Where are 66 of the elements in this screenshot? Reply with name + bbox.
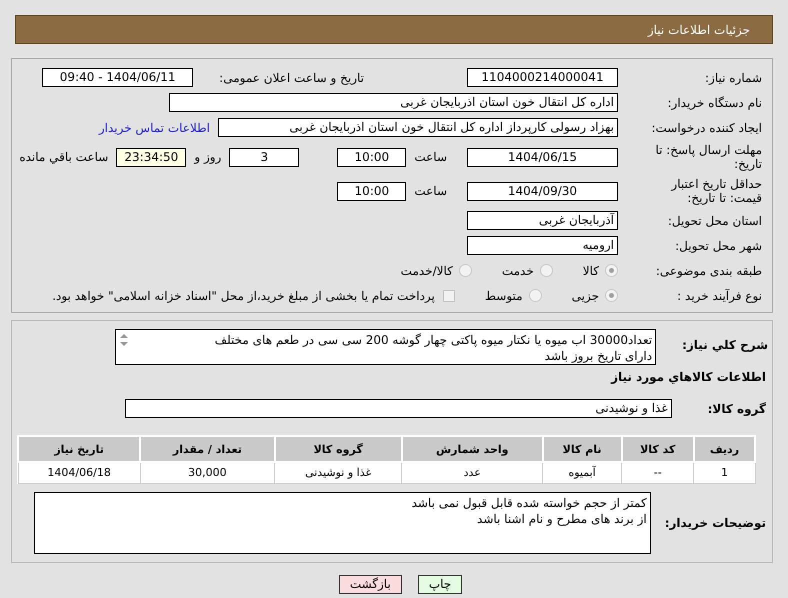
column-header: تاریخ نیاز bbox=[18, 436, 140, 462]
field-label: ایجاد کننده درخواست: bbox=[650, 120, 762, 134]
field-label: شماره نیاز: bbox=[704, 70, 762, 84]
days-field: 3 bbox=[229, 148, 300, 166]
remaining-label: ساعت باقي مانده bbox=[19, 150, 108, 164]
time-label: ساعت bbox=[414, 150, 447, 164]
deadline-date-field: 1404/06/15 bbox=[467, 148, 618, 166]
field-label: شهر محل تحویل: bbox=[674, 238, 762, 252]
back-button[interactable]: بازگشت bbox=[338, 574, 402, 594]
deadline-time-field: 10:00 bbox=[337, 148, 406, 166]
field-label: گروه کالا: bbox=[708, 402, 766, 416]
table-cell: 1 bbox=[694, 462, 755, 483]
field-label: مهلت ارسال پاسخ: تا تاریخ: bbox=[654, 143, 762, 171]
column-header: تعداد / مقدار bbox=[140, 436, 275, 462]
radio-button[interactable] bbox=[605, 289, 618, 302]
buyer-org-field: اداره کل انتقال خون استان اذربایجان غربی bbox=[169, 93, 618, 112]
table-cell: 30,000 bbox=[140, 462, 275, 483]
radio-button[interactable] bbox=[458, 264, 472, 277]
column-header: کد کالا bbox=[622, 436, 694, 462]
spinner-icon bbox=[118, 332, 130, 348]
description-text: تعداد30000 اب میوه یا نکتار میوه پاکتی چهار گوشه 200 سی سی در طعم های مختلف bbox=[214, 332, 652, 348]
option-label: کالا/خدمت bbox=[400, 264, 453, 278]
print-button[interactable]: چاپ bbox=[418, 574, 462, 594]
time-label: ساعت bbox=[414, 184, 447, 198]
province-field: آذربایجان غربی bbox=[467, 211, 618, 230]
table-cell: -- bbox=[622, 462, 694, 483]
radio-button[interactable] bbox=[540, 264, 553, 277]
field-label: توضیحات خریدار: bbox=[664, 516, 766, 530]
table-cell: آبمیوه bbox=[542, 462, 622, 483]
page-title: جزئیات اطلاعات نیاز bbox=[648, 22, 750, 36]
days-label: روز و bbox=[194, 150, 222, 164]
column-header: گروه کالا bbox=[274, 436, 402, 462]
validity-date-field: 1404/09/30 bbox=[467, 182, 618, 200]
field-label: استان محل تحویل: bbox=[666, 214, 762, 228]
option-label: خدمت bbox=[502, 264, 534, 278]
field-label: طبقه بندی موضوعی: bbox=[654, 264, 762, 278]
section-heading: اطلاعات کالاهاي مورد نیاز bbox=[610, 370, 766, 384]
notes-text: از برند های مطرح و نام اشنا باشد bbox=[477, 510, 647, 526]
description-text: دارای تاریخ بروز باشد bbox=[544, 348, 652, 364]
field-label: حداقل تاریخ اعتبار قیمت: تا تاریخ: bbox=[670, 177, 762, 205]
requester-field: بهزاد رسولی کارپرداز اداره کل انتقال خون استان اذربایجان غربی bbox=[218, 118, 618, 137]
announce-date-field: 1404/06/11 - 09:40 bbox=[42, 68, 194, 87]
radio-button[interactable] bbox=[528, 289, 542, 302]
option-label: جزیی bbox=[572, 288, 599, 302]
field-label: نام دستگاه خریدار: bbox=[666, 96, 762, 110]
validity-time-field: 10:00 bbox=[337, 182, 406, 200]
contact-link[interactable]: اطلاعات تماس خریدار bbox=[98, 120, 210, 134]
column-header: واحد شمارش bbox=[402, 436, 543, 462]
notes-text: کمتر از حجم خواسته شده قابل قبول نمی باشد bbox=[412, 494, 647, 510]
city-field: ارومیه bbox=[467, 236, 618, 255]
treasury-note: پرداخت تمام یا بخشی از مبلغ خرید،از محل "اسناد خزانه اسلامی" خواهد بود. bbox=[52, 288, 435, 302]
table-cell: عدد bbox=[402, 462, 543, 483]
field-label: تاریخ و ساعت اعلان عمومی: bbox=[219, 70, 364, 84]
table-cell: غذا و نوشیدنی bbox=[274, 462, 402, 483]
need-number-field: 1104000214000041 bbox=[467, 68, 618, 87]
radio-button[interactable] bbox=[605, 264, 618, 277]
option-label: کالا bbox=[582, 264, 599, 278]
field-label: شرح کلي نیاز: bbox=[682, 338, 768, 352]
table-cell: 1404/06/18 bbox=[18, 462, 140, 483]
remaining-time-field: 23:34:50 bbox=[116, 148, 186, 166]
column-header: ردیف bbox=[694, 436, 755, 462]
option-label: متوسط bbox=[484, 288, 523, 302]
goods-group-field: غذا و نوشیدنی bbox=[124, 399, 672, 418]
checkbox[interactable] bbox=[442, 290, 455, 302]
column-header: نام کالا bbox=[542, 436, 622, 462]
field-label: نوع فرآیند خرید : bbox=[676, 288, 762, 302]
